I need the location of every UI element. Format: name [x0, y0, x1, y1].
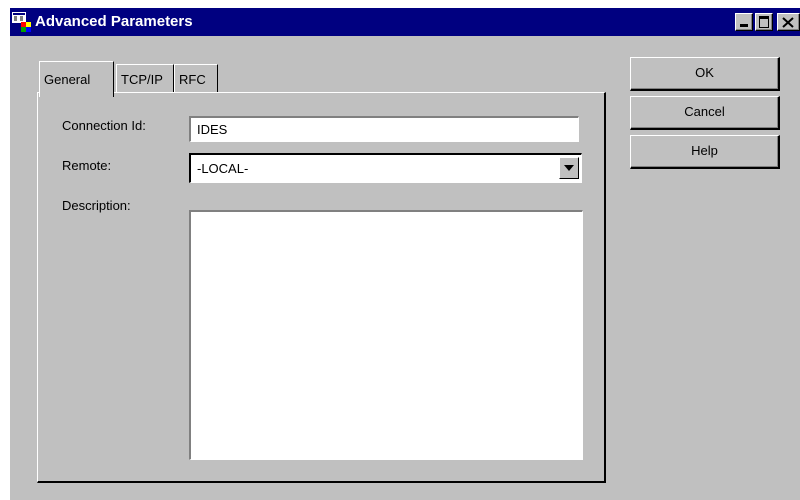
connection-id-label: Connection Id: [62, 118, 146, 133]
advanced-parameters-dialog: Advanced Parameters General TCP/IP RFC C… [10, 8, 800, 500]
tab-rfc[interactable]: RFC [174, 64, 218, 94]
description-textarea[interactable] [189, 210, 583, 460]
title-bar[interactable]: Advanced Parameters [10, 8, 800, 36]
remote-select[interactable]: -LOCAL- [189, 153, 582, 183]
help-button[interactable]: Help [630, 135, 780, 169]
connection-id-value: IDES [197, 122, 228, 137]
tab-tcpip[interactable]: TCP/IP [116, 64, 174, 94]
description-label: Description: [62, 198, 131, 213]
remote-label: Remote: [62, 158, 112, 173]
connection-id-input[interactable]: IDES [189, 116, 579, 142]
app-window-icon[interactable] [12, 12, 32, 32]
close-icon[interactable] [777, 13, 800, 31]
cancel-button[interactable]: Cancel [630, 96, 780, 130]
ok-button[interactable]: OK [630, 57, 780, 91]
dropdown-arrow-button[interactable] [559, 157, 579, 179]
chevron-down-icon [564, 165, 574, 171]
maximize-icon[interactable] [755, 13, 773, 31]
tab-general-label: General [44, 72, 91, 87]
remote-selected-value: -LOCAL- [197, 161, 249, 176]
tab-rfc-label: RFC [179, 72, 206, 87]
tab-general[interactable]: General [39, 61, 114, 97]
minimize-icon[interactable] [735, 13, 753, 31]
tab-tcpip-label: TCP/IP [121, 72, 163, 87]
window-title: Advanced Parameters [35, 13, 193, 30]
